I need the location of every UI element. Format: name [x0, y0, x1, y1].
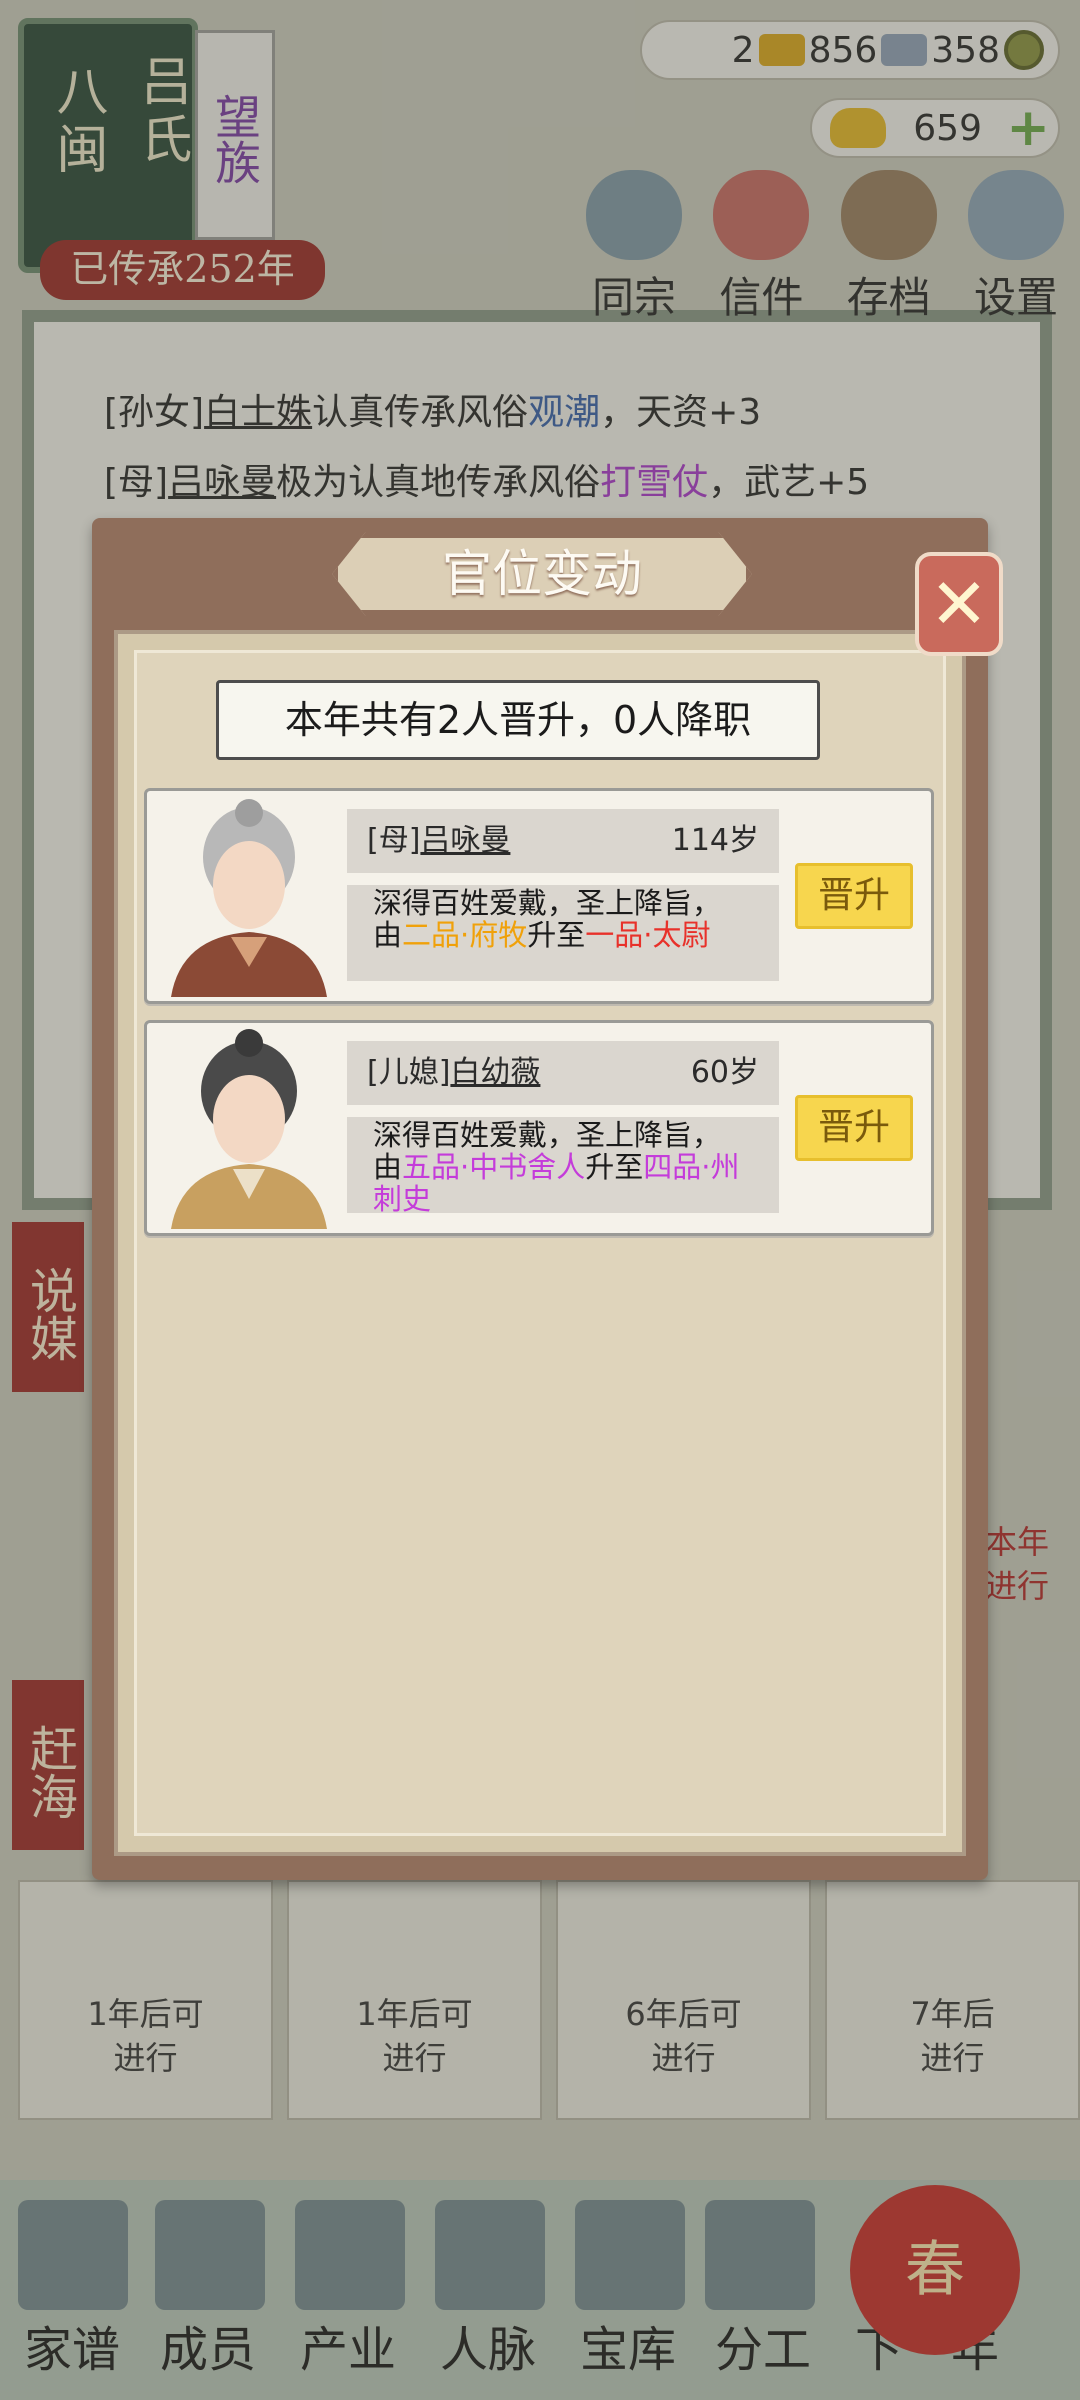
close-button[interactable]: ✕ [915, 552, 1003, 656]
elder-woman-avatar [171, 799, 327, 997]
person-card: [儿媳]白幼薇 60岁 深得百姓爱戴，圣上降旨， 由五品·中书舍人升至四品·州刺史… [144, 1020, 934, 1236]
person-card: [母]吕咏曼 114岁 深得百姓爱戴，圣上降旨， 由二品·府牧升至一品·太尉 晋升 [144, 788, 934, 1004]
rank-summary: 本年共有2人晋升，0人降职 [216, 680, 820, 760]
person-info: [母]吕咏曼 114岁 [347, 809, 779, 873]
promotion-badge[interactable]: 晋升 [795, 1095, 913, 1161]
person-age: 60岁 [690, 1055, 759, 1090]
person-name[interactable]: 吕咏曼 [420, 823, 510, 858]
promotion-text: 深得百姓爱戴，圣上降旨， 由五品·中书舍人升至四品·州刺史 [347, 1117, 779, 1215]
rank-change-dialog: 官位变动 本年共有2人晋升，0人降职 [母]吕咏曼 114岁 深得百姓爱戴，圣上… [92, 518, 1003, 1880]
promotion-badge[interactable]: 晋升 [795, 863, 913, 929]
promotion-text: 深得百姓爱戴，圣上降旨， 由二品·府牧升至一品·太尉 [347, 885, 779, 981]
person-age: 114岁 [671, 823, 759, 858]
person-name[interactable]: 白幼薇 [450, 1055, 540, 1090]
dialog-title: 官位变动 [332, 532, 752, 616]
person-info: [儿媳]白幼薇 60岁 [347, 1041, 779, 1105]
woman-avatar [171, 1029, 327, 1229]
